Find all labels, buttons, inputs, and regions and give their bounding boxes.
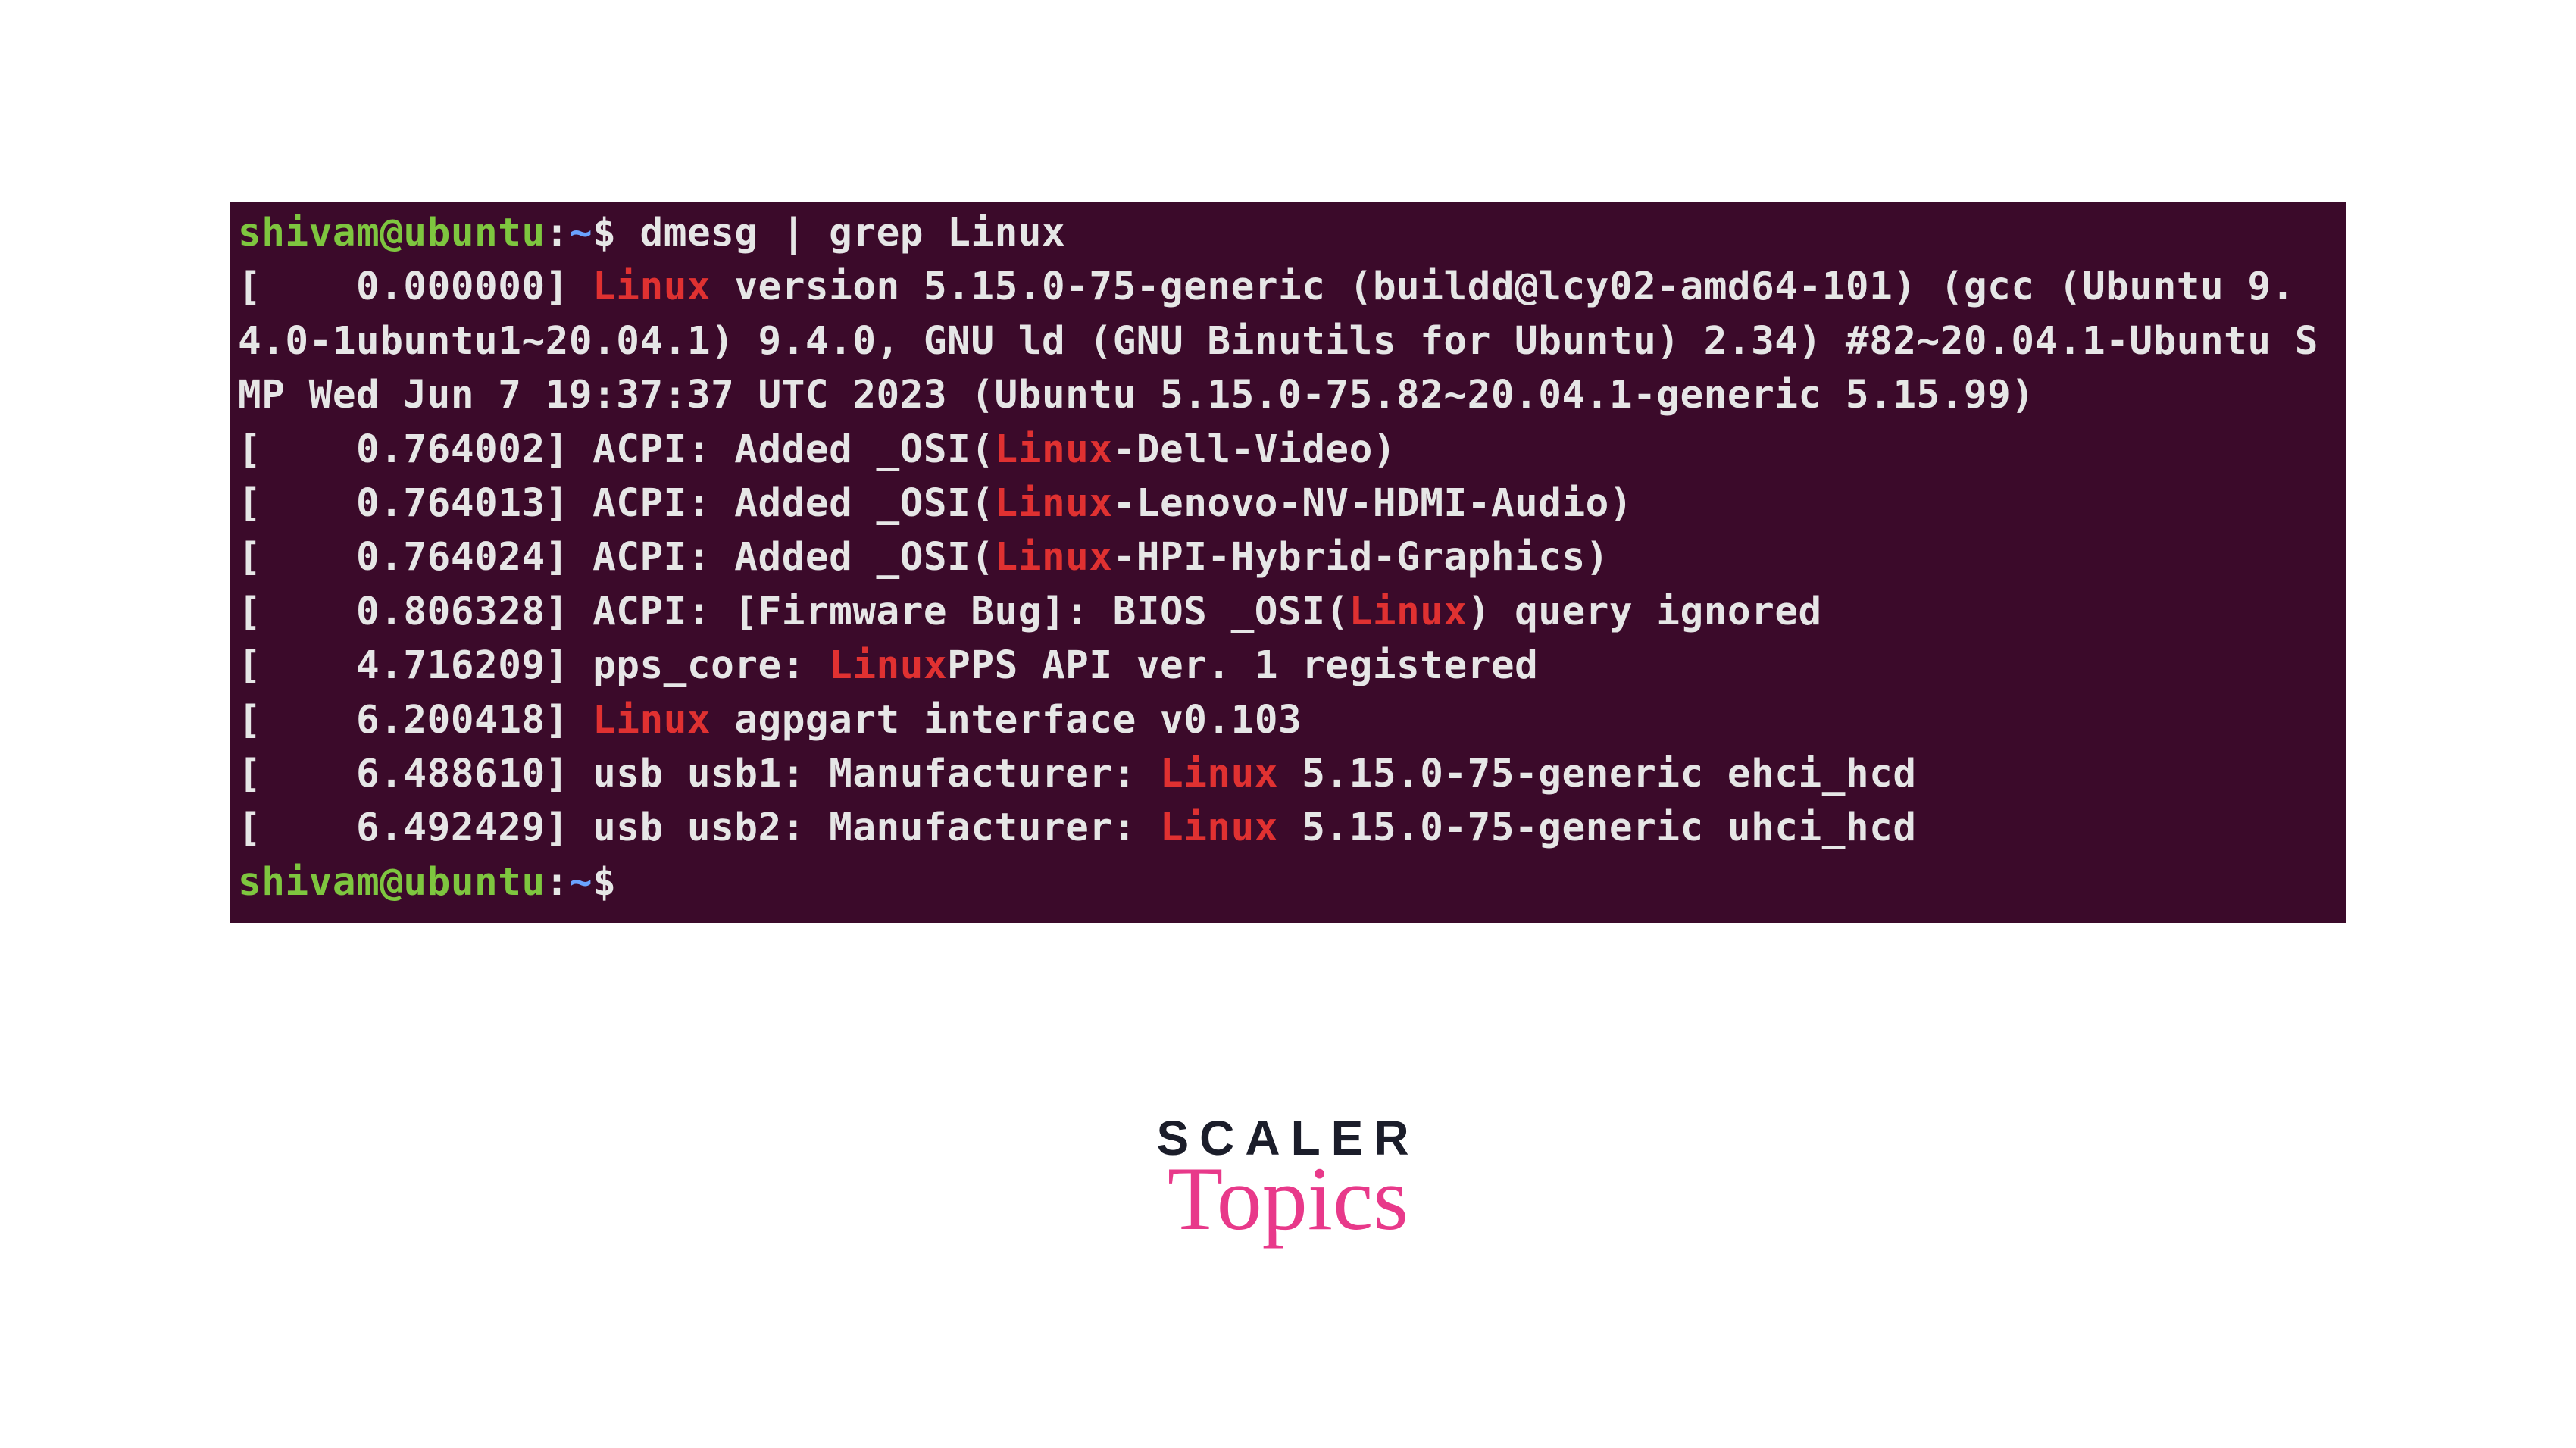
output-text: -Dell-Video) [1113,427,1396,472]
terminal-output-line: [ 0.806328] ACPI: [Firmware Bug]: BIOS _… [238,585,2338,639]
grep-match: Linux [1160,805,1278,850]
output-text: [ 6.488610] usb usb1: Manufacturer: [238,752,1160,796]
terminal-line: shivam@ubuntu:~$ [238,855,2338,909]
output-text: [ 0.764024] ACPI: Added _OSI( [238,535,995,580]
page-canvas: shivam@ubuntu:~$ dmesg | grep Linux[ 0.0… [0,0,2576,1448]
output-text: 5.15.0-75-generic ehci_hcd [1278,752,1917,796]
brand-logo: SCALER Topics [1156,1114,1419,1240]
grep-match: Linux [995,535,1113,580]
output-text: [ 6.492429] usb usb2: Manufacturer: [238,805,1160,850]
terminal-output-line: [ 0.000000] Linux version 5.15.0-75-gene… [238,260,2338,422]
output-text: [ 4.716209] pps_core: [238,643,829,688]
grep-match: Linux [592,264,711,309]
terminal-line: shivam@ubuntu:~$ dmesg | grep Linux [238,206,2338,260]
prompt-user: shivam@ubuntu [238,211,546,255]
brand-logo-bottom: Topics [1156,1158,1419,1240]
terminal-output-line: [ 6.200418] Linux agpgart interface v0.1… [238,693,2338,747]
grep-match: Linux [592,698,711,743]
terminal-output-line: [ 6.492429] usb usb2: Manufacturer: Linu… [238,801,2338,855]
output-text: -Lenovo-NV-HDMI-Audio) [1113,481,1633,526]
prompt-path: ~ [569,860,592,905]
terminal-window[interactable]: shivam@ubuntu:~$ dmesg | grep Linux[ 0.0… [230,202,2346,923]
grep-match: Linux [829,643,947,688]
terminal-output-line: [ 4.716209] pps_core: LinuxPPS API ver. … [238,639,2338,693]
prompt-colon: : [546,211,569,255]
output-text: 5.15.0-75-generic uhci_hcd [1278,805,1917,850]
output-text: [ 0.806328] ACPI: [Firmware Bug]: BIOS _… [238,590,1349,634]
prompt-path: ~ [569,211,592,255]
prompt-user: shivam@ubuntu [238,860,546,905]
output-text: [ 0.764013] ACPI: Added _OSI( [238,481,995,526]
grep-match: Linux [995,427,1113,472]
terminal-output-line: [ 0.764024] ACPI: Added _OSI(Linux-HPI-H… [238,530,2338,584]
prompt-colon: : [546,860,569,905]
terminal-output-line: [ 0.764013] ACPI: Added _OSI(Linux-Lenov… [238,477,2338,530]
prompt-dollar: $ [592,211,639,255]
output-text: PPS API ver. 1 registered [947,643,1538,688]
output-text: [ 0.000000] [238,264,592,309]
terminal-output-line: [ 0.764002] ACPI: Added _OSI(Linux-Dell-… [238,423,2338,477]
grep-match: Linux [995,481,1113,526]
terminal-output-line: [ 6.488610] usb usb1: Manufacturer: Linu… [238,747,2338,801]
prompt-dollar: $ [592,860,639,905]
command-text: dmesg | grep Linux [640,211,1066,255]
grep-match: Linux [1160,752,1278,796]
output-text: [ 6.200418] [238,698,592,743]
output-text: agpgart interface v0.103 [711,698,1302,743]
output-text: ) query ignored [1468,590,1822,634]
output-text: -HPI-Hybrid-Graphics) [1113,535,1609,580]
grep-match: Linux [1349,590,1468,634]
output-text: [ 0.764002] ACPI: Added _OSI( [238,427,995,472]
